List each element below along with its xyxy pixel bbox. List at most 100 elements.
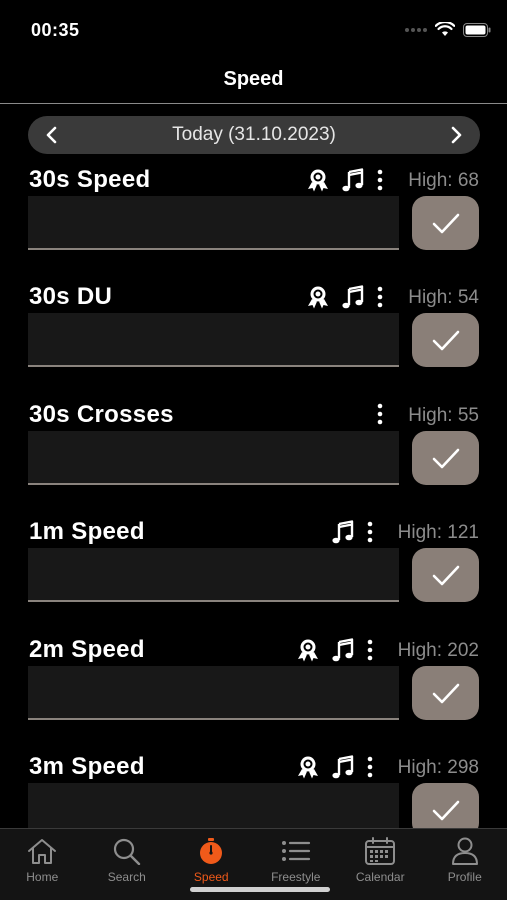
score-input[interactable] <box>28 666 399 720</box>
entry-high-score: High: 121 <box>397 522 479 543</box>
music-button[interactable] <box>332 520 354 544</box>
date-selector: Today (31.10.2023) <box>28 116 480 154</box>
entry-actions <box>306 285 384 309</box>
checkmark-icon <box>432 330 459 351</box>
score-input[interactable] <box>28 431 399 485</box>
battery-icon <box>463 22 491 37</box>
award-icon <box>298 756 318 779</box>
more-icon <box>377 286 383 308</box>
entry-actions <box>332 520 374 544</box>
music-button[interactable] <box>342 285 364 309</box>
entry-high-score: High: 55 <box>408 405 479 426</box>
tab-label: Profile <box>447 870 482 884</box>
status-icons <box>405 22 491 37</box>
more-button[interactable] <box>376 169 384 191</box>
tab-label: Calendar <box>355 870 405 884</box>
cellular-signal-icon <box>405 27 427 32</box>
save-score-button[interactable] <box>412 431 479 485</box>
chevron-left-icon <box>46 126 56 144</box>
score-input[interactable] <box>28 313 399 367</box>
entry-high-score: High: 54 <box>408 287 479 308</box>
tab-label: Freestyle <box>271 870 321 884</box>
calendar-icon <box>365 837 396 865</box>
more-icon <box>377 169 383 191</box>
score-input[interactable] <box>28 196 399 250</box>
checkmark-icon <box>432 213 459 234</box>
speed-entry: 1m Speed High: 121 <box>0 518 507 628</box>
award-icon <box>308 286 328 309</box>
entry-high-score: High: 298 <box>397 757 479 778</box>
tab-calendar[interactable]: Calendar <box>338 829 423 900</box>
more-icon <box>367 639 373 661</box>
chevron-right-icon <box>452 126 462 144</box>
entry-title: 1m Speed <box>29 518 145 545</box>
music-icon <box>342 285 364 309</box>
more-icon <box>367 521 373 543</box>
more-button[interactable] <box>366 521 374 543</box>
award-button[interactable] <box>306 285 330 309</box>
date-label: Today (31.10.2023) <box>172 124 336 145</box>
music-icon <box>332 638 354 662</box>
save-score-button[interactable] <box>412 666 479 720</box>
tab-bar: Home Search Speed Freestyle Calendar Pro… <box>0 828 507 900</box>
entry-title: 30s Crosses <box>29 401 174 428</box>
tab-profile[interactable]: Profile <box>423 829 507 900</box>
entry-title: 30s Speed <box>29 166 151 193</box>
list-icon <box>281 841 310 861</box>
checkmark-icon <box>432 448 459 469</box>
more-button[interactable] <box>376 403 384 425</box>
score-input[interactable] <box>28 548 399 602</box>
music-icon <box>342 168 364 192</box>
award-icon <box>298 639 318 662</box>
music-button[interactable] <box>332 755 354 779</box>
stopwatch-icon <box>200 838 223 864</box>
music-button[interactable] <box>332 638 354 662</box>
checkmark-icon <box>432 800 459 821</box>
save-score-button[interactable] <box>412 548 479 602</box>
more-icon <box>377 403 383 425</box>
save-score-button[interactable] <box>412 196 479 250</box>
home-icon <box>28 839 57 864</box>
award-icon <box>308 169 328 192</box>
entry-actions <box>296 755 374 779</box>
home-indicator <box>190 887 330 892</box>
checkmark-icon <box>432 683 459 704</box>
award-button[interactable] <box>306 168 330 192</box>
nav-divider <box>0 103 507 104</box>
page-title: Speed <box>223 68 284 90</box>
tab-label: Speed <box>193 870 229 884</box>
save-score-button[interactable] <box>412 313 479 367</box>
wifi-icon <box>435 22 455 36</box>
checkmark-icon <box>432 565 459 586</box>
previous-day-button[interactable] <box>44 126 58 144</box>
next-day-button[interactable] <box>450 126 464 144</box>
entry-title: 30s DU <box>29 283 113 310</box>
tab-home[interactable]: Home <box>0 829 85 900</box>
entry-high-score: High: 68 <box>408 170 479 191</box>
speed-entry: 30s Speed High: 68 <box>0 166 507 276</box>
entry-actions <box>376 403 384 425</box>
award-button[interactable] <box>296 638 320 662</box>
tab-label: Home <box>26 870 59 884</box>
speed-entry: 2m Speed High: 202 <box>0 636 507 746</box>
entry-title: 3m Speed <box>29 753 145 780</box>
tab-search[interactable]: Search <box>85 829 170 900</box>
profile-icon <box>451 837 478 865</box>
tab-label: Search <box>107 870 146 884</box>
entry-high-score: High: 202 <box>397 640 479 661</box>
speed-entry: 30s DU High: 54 <box>0 283 507 393</box>
more-button[interactable] <box>376 286 384 308</box>
search-icon <box>113 838 140 865</box>
speed-entry: 30s Crosses High: 55 <box>0 401 507 511</box>
award-button[interactable] <box>296 755 320 779</box>
music-icon <box>332 520 354 544</box>
more-button[interactable] <box>366 639 374 661</box>
entry-actions <box>306 168 384 192</box>
status-time: 00:35 <box>31 20 80 40</box>
music-icon <box>332 755 354 779</box>
more-icon <box>367 756 373 778</box>
more-button[interactable] <box>366 756 374 778</box>
entry-actions <box>296 638 374 662</box>
music-button[interactable] <box>342 168 364 192</box>
status-bar: 00:35 <box>0 0 507 60</box>
